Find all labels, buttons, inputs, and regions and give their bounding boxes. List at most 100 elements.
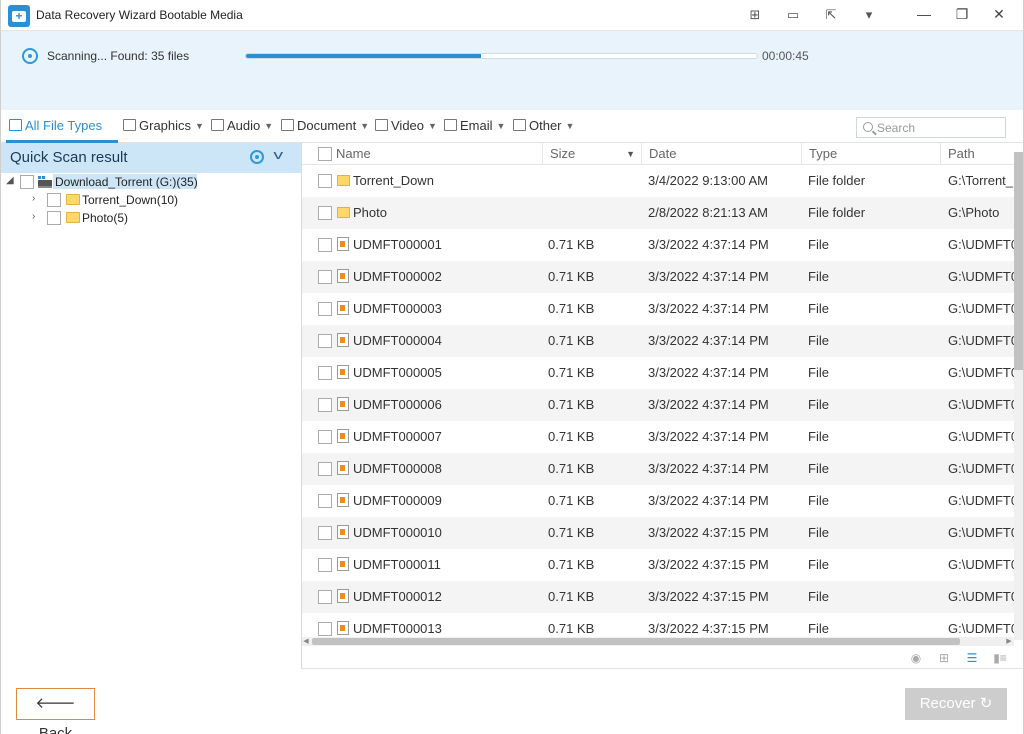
filter-label: Document (297, 118, 357, 133)
tree-checkbox[interactable] (20, 175, 34, 189)
scan-result-title: Quick Scan result (10, 149, 128, 166)
row-checkbox[interactable] (318, 334, 332, 348)
column-header-size[interactable]: Size ▼ (543, 143, 642, 165)
table-row[interactable]: Photo 2/8/2022 8:21:13 AM File folder G:\Ph… (302, 197, 1014, 229)
export-icon[interactable]: ⇱ (821, 6, 841, 24)
row-checkbox[interactable] (318, 238, 332, 252)
bottom-action-bar: 🡐 Back Recover ↻ (0, 669, 1024, 734)
cell-path: G:\UDMFT0 (948, 589, 1019, 604)
scan-result-header: Quick Scan result v (0, 143, 301, 173)
tree-item-torrent-down[interactable]: › Torrent_Down(10) (32, 192, 292, 210)
view-mode-bar: ◉ ⊞ ☰ ▮≡ (302, 648, 1024, 669)
filter-graphics[interactable]: Graphics ▼ (123, 118, 204, 136)
cell-path: G:\UDMFT0 (948, 557, 1019, 572)
filter-video[interactable]: Video ▼ (375, 118, 437, 136)
search-input[interactable] (877, 119, 1002, 136)
cell-date: 3/3/2022 4:37:14 PM (648, 461, 769, 476)
column-header-type[interactable]: Type (802, 143, 941, 165)
filter-email[interactable]: Email ▼ (444, 118, 505, 136)
scroll-left-icon[interactable]: ◀ (302, 637, 310, 646)
cell-size: 0.71 KB (548, 237, 595, 252)
filter-document[interactable]: Document ▼ (281, 118, 369, 136)
restore-button[interactable]: ❐ (943, 0, 981, 30)
chevron-down-icon[interactable]: v (273, 147, 283, 162)
row-checkbox[interactable] (318, 206, 332, 220)
vertical-scrollbar[interactable] (1014, 152, 1023, 640)
sort-descending-icon: ▼ (626, 149, 635, 159)
table-row[interactable]: UDMFT000009 0.71 KB 3/3/2022 4:37:14 PM Fil… (302, 485, 1018, 517)
row-checkbox[interactable] (318, 590, 332, 604)
cell-name: UDMFT000005 (353, 365, 442, 380)
vertical-scroll-thumb[interactable] (1014, 152, 1023, 370)
horizontal-scrollbar[interactable]: ◀ ▶ (302, 637, 1014, 646)
file-icon (337, 621, 349, 635)
filter-audio[interactable]: Audio ▼ (211, 118, 273, 136)
list-view-icon[interactable]: ☰ (964, 651, 980, 665)
table-row[interactable]: UDMFT000005 0.71 KB 3/3/2022 4:37:14 PM Fil… (302, 357, 1018, 389)
back-button[interactable]: 🡐 Back (16, 688, 95, 734)
table-row[interactable]: UDMFT000002 0.71 KB 3/3/2022 4:37:14 PM Fil… (302, 261, 1018, 293)
row-checkbox[interactable] (318, 366, 332, 380)
recover-button[interactable]: Recover ↻ (905, 688, 1007, 720)
cell-type: File (808, 621, 829, 636)
cell-type: File folder (808, 173, 866, 188)
cell-size: 0.71 KB (548, 397, 595, 412)
table-row[interactable]: Torrent_Down 3/4/2022 9:13:00 AM File fold… (302, 165, 1022, 197)
expand-arrow-icon[interactable]: › (32, 211, 42, 222)
row-checkbox[interactable] (318, 174, 332, 188)
scroll-right-icon[interactable]: ▶ (1005, 637, 1013, 646)
table-row[interactable]: UDMFT000004 0.71 KB 3/3/2022 4:37:14 PM Fil… (302, 325, 1018, 357)
detail-view-icon[interactable]: ▮≡ (992, 651, 1008, 665)
app-title: Data Recovery Wizard Bootable Media (36, 8, 243, 22)
row-checkbox[interactable] (318, 270, 332, 284)
tree-item-root[interactable]: ◢ Download_Torrent (G:)(35) (6, 174, 296, 192)
scan-radar-icon[interactable] (250, 150, 264, 164)
file-icon (337, 365, 349, 379)
row-checkbox[interactable] (318, 430, 332, 444)
cell-path: G:\UDMFT0 (948, 269, 1019, 284)
row-checkbox[interactable] (318, 558, 332, 572)
table-row[interactable]: UDMFT000010 0.71 KB 3/3/2022 4:37:15 PM Fil… (302, 517, 1018, 549)
row-checkbox[interactable] (318, 462, 332, 476)
cell-path: G:\UDMFT0 (948, 621, 1019, 636)
row-checkbox[interactable] (318, 622, 332, 636)
column-header-date[interactable]: Date (642, 143, 802, 165)
tree-checkbox[interactable] (47, 193, 61, 207)
preview-eye-icon[interactable]: ◉ (908, 651, 924, 665)
table-row[interactable]: UDMFT000007 0.71 KB 3/3/2022 4:37:14 PM Fil… (302, 421, 1018, 453)
table-row[interactable]: UDMFT000001 0.71 KB 3/3/2022 4:37:14 PM Fil… (302, 229, 1018, 261)
file-icon (337, 397, 349, 411)
filter-other[interactable]: Other ▼ (513, 118, 574, 136)
row-checkbox[interactable] (318, 302, 332, 316)
grid-view-icon[interactable]: ⊞ (936, 651, 952, 665)
search-box[interactable] (856, 117, 1006, 138)
horizontal-scroll-thumb[interactable] (312, 638, 960, 645)
table-row[interactable]: UDMFT000006 0.71 KB 3/3/2022 4:37:14 PM Fil… (302, 389, 1018, 421)
column-header-name[interactable]: Name (329, 143, 543, 165)
cell-size: 0.71 KB (548, 301, 595, 316)
row-checkbox[interactable] (318, 398, 332, 412)
cell-type: File (808, 461, 829, 476)
table-row[interactable]: UDMFT000008 0.71 KB 3/3/2022 4:37:14 PM Fil… (302, 453, 1018, 485)
minimize-button[interactable]: — (905, 0, 943, 30)
cell-date: 3/3/2022 4:37:15 PM (648, 621, 769, 636)
row-checkbox[interactable] (318, 526, 332, 540)
table-row[interactable]: UDMFT000012 0.71 KB 3/3/2022 4:37:15 PM Fil… (302, 581, 1018, 613)
tree-item-photo[interactable]: › Photo(5) (32, 210, 292, 228)
close-button[interactable]: ✕ (980, 0, 1018, 30)
dropdown-box-icon[interactable]: ▾ (859, 6, 879, 24)
table-row[interactable]: UDMFT000003 0.71 KB 3/3/2022 4:37:14 PM Fil… (302, 293, 1018, 325)
filter-all-file-types[interactable]: All File Types (9, 118, 102, 136)
table-row[interactable]: UDMFT000011 0.71 KB 3/3/2022 4:37:15 PM Fil… (302, 549, 1018, 581)
collapse-arrow-icon[interactable]: ◢ (6, 175, 16, 186)
cell-path: G:\UDMFT0 (948, 493, 1019, 508)
row-checkbox[interactable] (318, 494, 332, 508)
tree-checkbox[interactable] (47, 211, 61, 225)
cell-name: UDMFT000001 (353, 237, 442, 252)
expand-arrow-icon[interactable]: › (32, 193, 42, 204)
cell-date: 3/3/2022 4:37:14 PM (648, 429, 769, 444)
tree-item-label: Download_Torrent (G:)(35) (55, 175, 198, 189)
monitor-icon[interactable]: ▭ (783, 6, 803, 24)
windows-icon[interactable]: ⊞ (745, 6, 765, 24)
column-header-path[interactable]: Path (941, 143, 1024, 165)
